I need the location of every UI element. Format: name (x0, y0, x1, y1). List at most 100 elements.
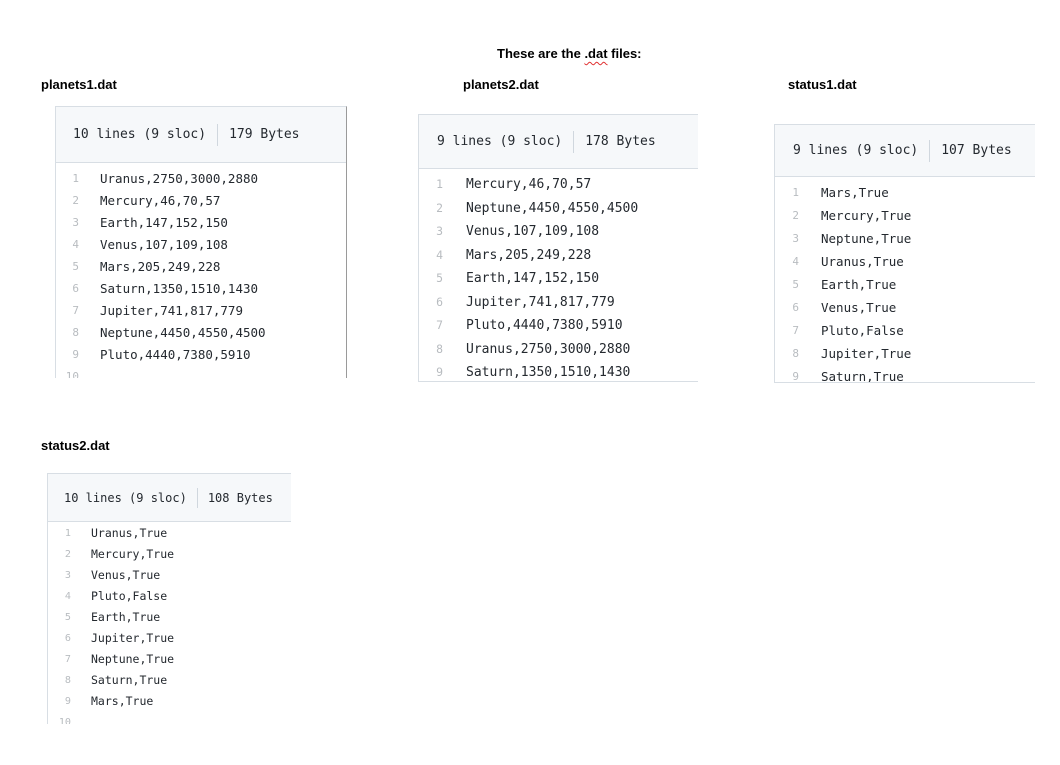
line-number[interactable]: 5 (48, 607, 91, 628)
file-panel-status2: 10 lines (9 sloc) 108 Bytes 1 Uranus,True… (47, 473, 291, 724)
line-number[interactable]: 9 (48, 691, 91, 712)
line-number[interactable]: 6 (775, 296, 821, 319)
line-number[interactable]: 10 (48, 712, 91, 724)
code-line: 5 Mars,205,249,228 (56, 256, 346, 278)
line-number[interactable]: 8 (419, 338, 466, 362)
line-number[interactable]: 1 (48, 523, 91, 544)
line-number[interactable]: 9 (419, 361, 466, 381)
line-number[interactable]: 6 (48, 628, 91, 649)
code-line-text: Mars,True (821, 185, 889, 200)
code-line-text: Venus,True (821, 300, 897, 315)
code-line-text: Mars,True (91, 694, 154, 708)
code-body-planets2[interactable]: 1 Mercury,46,70,57 2 Neptune,4450,4550,4500… (419, 169, 698, 381)
code-line-text: Uranus,True (821, 254, 904, 269)
line-number[interactable]: 5 (419, 267, 466, 291)
line-number[interactable]: 5 (775, 273, 821, 296)
line-number[interactable]: 7 (419, 314, 466, 338)
line-number[interactable]: 3 (48, 565, 91, 586)
code-body-status1[interactable]: 1 Mars,True 2 Mercury,True 3 Neptune,True 4 Ura… (775, 177, 1035, 382)
file-header-status2: 10 lines (9 sloc) 108 Bytes (48, 474, 291, 522)
line-count-label: 9 lines (9 sloc) (437, 134, 563, 149)
file-label-status2: status2.dat (41, 438, 110, 453)
line-number[interactable]: 2 (56, 190, 100, 212)
code-line: 7 Jupiter,741,817,779 (56, 300, 346, 322)
code-line: 1 Uranus,2750,3000,2880 (56, 168, 346, 190)
line-number[interactable]: 1 (419, 173, 466, 197)
code-line-text: Jupiter,741,817,779 (100, 303, 243, 318)
code-line-text: Pluto,False (91, 589, 168, 603)
line-number[interactable]: 6 (56, 278, 100, 300)
code-line: 8 Neptune,4450,4550,4500 (56, 322, 346, 344)
line-number[interactable]: 7 (48, 649, 91, 670)
line-number[interactable]: 4 (419, 244, 466, 268)
file-label-planets2: planets2.dat (463, 77, 539, 92)
code-line: 5 Earth,True (48, 607, 291, 628)
code-line-text: Venus,True (91, 568, 161, 582)
code-line: 6 Jupiter,741,817,779 (419, 291, 698, 315)
code-line: 1 Mercury,46,70,57 (419, 173, 698, 197)
code-body-planets1[interactable]: 1 Uranus,2750,3000,2880 2 Mercury,46,70,57 3… (56, 163, 346, 378)
line-number[interactable]: 4 (48, 586, 91, 607)
code-line: 8 Saturn,True (48, 670, 291, 691)
file-panel-status1: 9 lines (9 sloc) 107 Bytes 1 Mars,True 2 Me… (774, 124, 1035, 383)
code-line: 1 Uranus,True (48, 523, 291, 544)
line-number[interactable]: 3 (419, 220, 466, 244)
line-number[interactable]: 9 (56, 344, 100, 366)
line-number[interactable]: 1 (56, 168, 100, 190)
code-line: 4 Pluto,False (48, 586, 291, 607)
code-line-text: Mercury,46,70,57 (466, 177, 592, 192)
code-line-text: Mars,205,249,228 (466, 247, 592, 263)
file-size-label: 108 Bytes (207, 490, 273, 505)
code-line-text: Venus,107,109,108 (100, 237, 228, 252)
code-line-text: Uranus,2750,3000,2880 (100, 171, 259, 186)
code-line: 5 Earth,147,152,150 (419, 267, 698, 291)
code-line: 1 Mars,True (775, 181, 1035, 204)
line-number[interactable]: 2 (419, 197, 466, 221)
line-number[interactable]: 10 (56, 366, 100, 378)
code-line: 4 Mars,205,249,228 (419, 244, 698, 268)
code-line: 6 Saturn,1350,1510,1430 (56, 278, 346, 300)
code-line-text: Uranus,2750,3000,2880 (466, 341, 631, 357)
code-line-text: Uranus,True (91, 526, 168, 540)
line-number[interactable]: 4 (56, 234, 100, 256)
code-line-text: Earth,147,152,150 (466, 271, 600, 286)
line-number[interactable]: 2 (48, 544, 91, 565)
line-number[interactable]: 9 (775, 365, 821, 382)
page-title: These are the .dat files: (497, 46, 642, 61)
code-line: 8 Uranus,2750,3000,2880 (419, 338, 698, 362)
line-number[interactable]: 7 (775, 319, 821, 342)
code-line-text: Jupiter,741,817,779 (466, 294, 615, 310)
line-number[interactable]: 4 (775, 250, 821, 273)
code-line-text: Jupiter,True (821, 346, 912, 361)
header-divider (196, 487, 198, 508)
line-number[interactable]: 3 (775, 227, 821, 250)
code-line: 2 Mercury,46,70,57 (56, 190, 346, 212)
code-line-text: Neptune,4450,4550,4500 (466, 200, 639, 216)
line-number[interactable]: 8 (48, 670, 91, 691)
code-line: 7 Pluto,4440,7380,5910 (419, 314, 698, 338)
code-line: 7 Pluto,False (775, 319, 1035, 342)
line-number[interactable]: 8 (775, 342, 821, 365)
code-line-text: Earth,147,152,150 (100, 215, 228, 230)
line-count-label: 9 lines (9 sloc) (793, 143, 919, 158)
line-number[interactable]: 7 (56, 300, 100, 322)
line-number[interactable]: 5 (56, 256, 100, 278)
code-line: 3 Venus,True (48, 565, 291, 586)
code-body-status2[interactable]: 1 Uranus,True 2 Mercury,True 3 Venus,True 4 Plu… (48, 522, 291, 724)
code-line: 8 Jupiter,True (775, 342, 1035, 365)
file-header-planets1: 10 lines (9 sloc) 179 Bytes (56, 107, 346, 163)
line-number[interactable]: 1 (775, 181, 821, 204)
line-number[interactable]: 8 (56, 322, 100, 344)
code-line: 9 Saturn,1350,1510,1430 (419, 361, 698, 381)
line-number[interactable]: 3 (56, 212, 100, 234)
line-number[interactable]: 6 (419, 291, 466, 315)
file-label-planets1: planets1.dat (41, 77, 117, 92)
file-size-label: 178 Bytes (585, 134, 656, 149)
line-number[interactable]: 2 (775, 204, 821, 227)
code-line: 10 (56, 366, 346, 378)
file-label-status1: status1.dat (788, 77, 857, 92)
page-title-text-end: files: (607, 46, 642, 61)
file-size-label: 107 Bytes (941, 143, 1012, 158)
code-line: 10 (48, 712, 291, 724)
header-divider (929, 139, 931, 162)
